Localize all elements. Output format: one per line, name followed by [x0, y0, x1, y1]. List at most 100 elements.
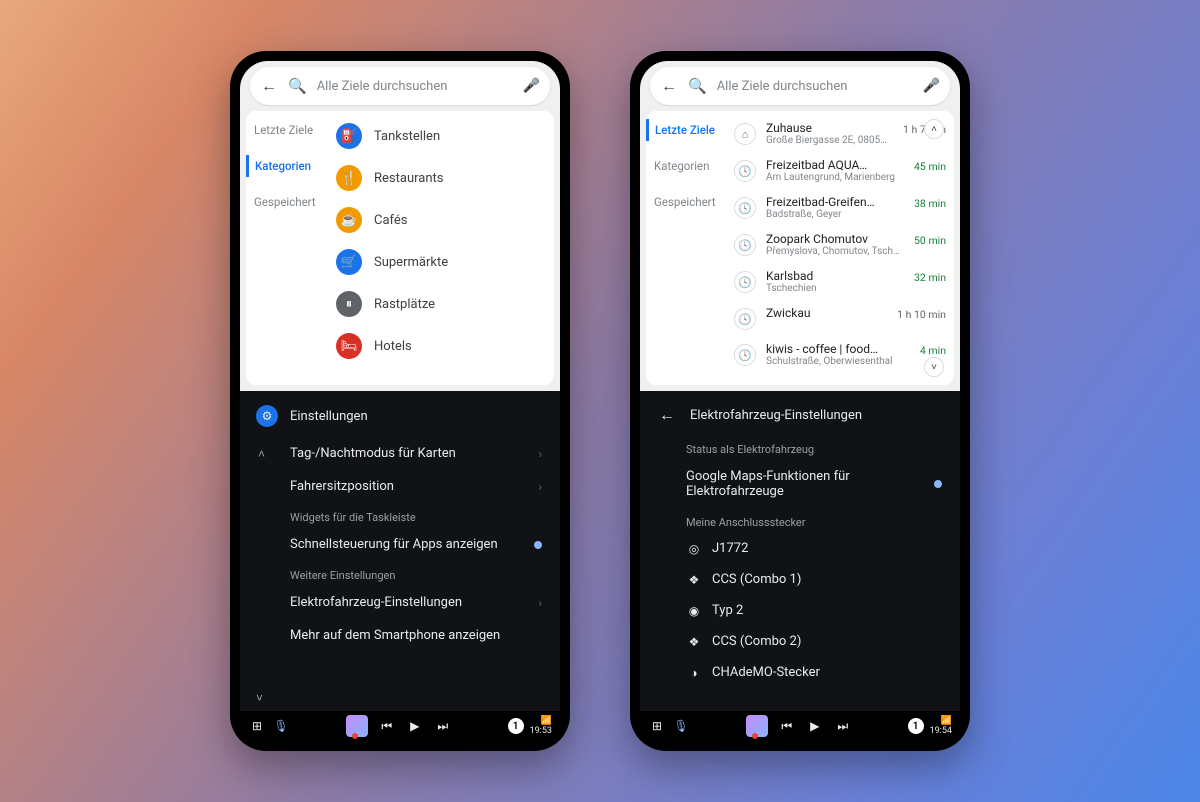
category-item[interactable]: ⛽ Tankstellen: [330, 115, 550, 157]
back-icon[interactable]: ←: [656, 405, 678, 425]
signal-icon: 📶: [941, 716, 952, 726]
destination-title: Freizeitbad-Greifen…: [766, 195, 900, 209]
destination-item[interactable]: ⌂ Zuhause Große Biergasse 2E, 08056 Z… 1…: [730, 115, 950, 152]
row-ev-settings[interactable]: Elektrofahrzeug-Einstellungen ›: [240, 586, 560, 619]
prev-icon[interactable]: ⏮: [378, 719, 396, 734]
row-more-phone[interactable]: Mehr auf dem Smartphone anzeigen: [240, 619, 560, 652]
row-ev-features[interactable]: Google Maps-Funktionen für Elektrofahrze…: [640, 460, 960, 508]
plug-label: CCS (Combo 1): [712, 572, 801, 587]
destination-title: Zoopark Chomutov: [766, 232, 900, 246]
category-item[interactable]: 🍴 Restaurants: [330, 157, 550, 199]
category-item[interactable]: 🛒 Supermärkte: [330, 241, 550, 283]
destination-item[interactable]: 🕓 kiwis - coffee | food… Schulstraße, Ob…: [730, 336, 950, 373]
plug-icon: ◑: [686, 666, 702, 680]
plug-row[interactable]: ❖ CCS (Combo 1): [640, 564, 960, 595]
section-ev-status: Status als Elektrofahrzeug: [640, 435, 960, 460]
screen: ← 🔍 Alle Ziele durchsuchen 🎤 Letzte Ziel…: [640, 61, 960, 741]
mic-icon[interactable]: 🎤: [923, 78, 940, 94]
destination-time: 1 h 10 min: [893, 306, 946, 321]
maps-panel: ← 🔍 Alle Ziele durchsuchen 🎤 Letzte Ziel…: [640, 61, 960, 391]
search-placeholder: Alle Ziele durchsuchen: [717, 79, 913, 94]
destination-list: ⌂ Zuhause Große Biergasse 2E, 08056 Z… 1…: [730, 111, 954, 385]
signal-icon: 📶: [541, 716, 552, 726]
scroll-down-icon[interactable]: ˅: [924, 357, 944, 377]
row-quickcontrol[interactable]: Schnellsteuerung für Apps anzeigen: [240, 528, 560, 561]
tab-recent[interactable]: Letzte Ziele: [254, 119, 330, 141]
tab-recent[interactable]: Letzte Ziele: [646, 119, 730, 141]
destination-item[interactable]: 🕓 Freizeitbad AQUA… Am Lautengrund, Mari…: [730, 152, 950, 189]
search-bar[interactable]: ← 🔍 Alle Ziele durchsuchen 🎤: [250, 67, 550, 105]
notification-badge[interactable]: 1: [508, 718, 524, 734]
category-item[interactable]: ☕ Cafés: [330, 199, 550, 241]
chevron-down-icon[interactable]: ˅: [256, 691, 263, 705]
toggle-on-icon[interactable]: [934, 480, 942, 488]
category-icon: 🛒: [336, 249, 362, 275]
category-label: Tankstellen: [374, 129, 440, 144]
destination-item[interactable]: 🕓 Karlsbad Tschechien 32 min: [730, 263, 950, 300]
scroll-up-icon[interactable]: ˄: [924, 119, 944, 139]
home-icon: ⌂: [734, 123, 756, 145]
plug-row[interactable]: ◎ J1772: [640, 533, 960, 564]
destination-title: Zwickau: [766, 306, 883, 320]
dashboard-icon[interactable]: ⊞: [648, 719, 666, 733]
destination-time: 32 min: [910, 269, 946, 284]
phone-right: ← 🔍 Alle Ziele durchsuchen 🎤 Letzte Ziel…: [630, 51, 970, 751]
play-icon[interactable]: ▶: [406, 719, 424, 733]
clock-icon: 🕓: [734, 271, 756, 293]
album-art[interactable]: [346, 715, 368, 737]
category-icon: 🛏: [336, 333, 362, 359]
play-icon[interactable]: ▶: [806, 719, 824, 733]
destination-subtitle: Schulstraße, Oberwiesenthal: [766, 356, 906, 367]
next-icon[interactable]: ⏭: [834, 719, 852, 734]
destination-item[interactable]: 🕓 Freizeitbad-Greifen… Badstraße, Geyer …: [730, 189, 950, 226]
clock: 19:53: [530, 727, 552, 736]
destination-time: 4 min: [916, 342, 946, 357]
mic-icon[interactable]: 🎤: [523, 78, 540, 94]
plug-icon: ❖: [686, 635, 702, 649]
back-icon[interactable]: ←: [660, 76, 678, 96]
clock: 19:54: [930, 727, 952, 736]
settings-panel: ⚙ Einstellungen ˄ Tag-/Nachtmodus für Ka…: [240, 391, 560, 711]
plug-row[interactable]: ◉ Typ 2: [640, 595, 960, 626]
plug-row[interactable]: ❖ CCS (Combo 2): [640, 626, 960, 657]
chevron-right-icon: ›: [538, 596, 542, 610]
tab-categories[interactable]: Kategorien: [654, 155, 730, 177]
plug-row[interactable]: ◑ CHAdeMO-Stecker: [640, 657, 960, 688]
destination-item[interactable]: 🕓 Zwickau 1 h 10 min: [730, 300, 950, 336]
category-label: Hotels: [374, 339, 412, 354]
plug-list: ◎ J1772 ❖ CCS (Combo 1) ◉ Typ 2 ❖ CCS (C…: [640, 533, 960, 688]
row-seat[interactable]: Fahrersitzposition ›: [240, 470, 560, 503]
album-art[interactable]: [746, 715, 768, 737]
tab-saved[interactable]: Gespeichert: [254, 191, 330, 213]
category-icon: 🍴: [336, 165, 362, 191]
plug-icon: ◎: [686, 542, 702, 556]
tab-categories[interactable]: Kategorien: [246, 155, 330, 177]
destination-title: Freizeitbad AQUA…: [766, 158, 900, 172]
settings-title: Einstellungen: [290, 409, 368, 424]
section-plugs: Meine Anschlussstecker: [640, 508, 960, 533]
destination-time: 38 min: [910, 195, 946, 210]
destination-time: 50 min: [910, 232, 946, 247]
category-item[interactable]: ⏸ Rastplätze: [330, 283, 550, 325]
destination-item[interactable]: 🕓 Zoopark Chomutov Přemyslova, Chomutov,…: [730, 226, 950, 263]
destination-subtitle: Přemyslova, Chomutov, Tsche…: [766, 246, 900, 257]
clock-icon: 🕓: [734, 308, 756, 330]
clock-icon: 🕓: [734, 234, 756, 256]
destination-time: 45 min: [910, 158, 946, 173]
assistant-icon[interactable]: 🎙: [672, 719, 690, 733]
tab-saved[interactable]: Gespeichert: [654, 191, 730, 213]
dashboard-icon[interactable]: ⊞: [248, 719, 266, 733]
next-icon[interactable]: ⏭: [434, 719, 452, 734]
prev-icon[interactable]: ⏮: [778, 719, 796, 734]
notification-badge[interactable]: 1: [908, 718, 924, 734]
category-item[interactable]: 🛏 Hotels: [330, 325, 550, 367]
toggle-on-icon[interactable]: [534, 541, 542, 549]
row-daynight[interactable]: ˄ Tag-/Nachtmodus für Karten ›: [240, 437, 560, 470]
plug-label: CCS (Combo 2): [712, 634, 801, 649]
plug-icon: ❖: [686, 573, 702, 587]
assistant-icon[interactable]: 🎙: [272, 719, 290, 733]
search-bar[interactable]: ← 🔍 Alle Ziele durchsuchen 🎤: [650, 67, 950, 105]
category-icon: ⏸: [336, 291, 362, 317]
back-icon[interactable]: ←: [260, 76, 278, 96]
destination-title: Karlsbad: [766, 269, 900, 283]
